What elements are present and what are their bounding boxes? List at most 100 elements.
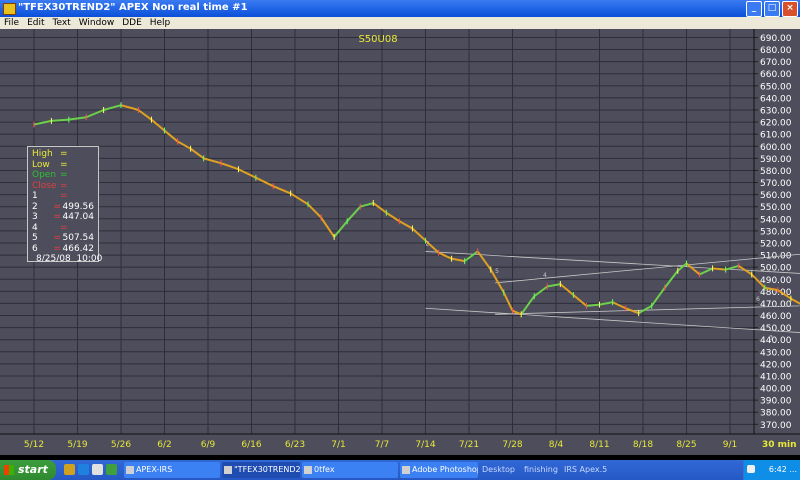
maximize-button[interactable]: □ [764, 1, 780, 17]
x-tick-label: 6/9 [201, 440, 216, 450]
wave-label: 2 [426, 240, 430, 247]
menu-window[interactable]: Window [75, 17, 119, 29]
price-segment [451, 257, 465, 263]
info-eq: = [60, 170, 68, 180]
x-tick-label: 6/16 [241, 440, 261, 450]
y-tick-label: 620.00 [760, 119, 792, 129]
price-segment [372, 202, 387, 214]
y-tick-label: 380.00 [760, 409, 792, 419]
info-eq: = [60, 180, 68, 191]
y-tick-label: 490.00 [760, 276, 792, 286]
y-tick-label: 550.00 [760, 203, 792, 213]
info-row-high: High = [32, 149, 94, 160]
menu-help[interactable]: Help [146, 17, 175, 29]
x-tick-label: 8/25 [676, 440, 696, 450]
y-tick-label: 430.00 [760, 348, 792, 358]
price-segment [320, 217, 335, 238]
price-segment [411, 227, 427, 242]
info-label: Open [32, 170, 57, 180]
price-segment [572, 294, 588, 307]
toolbar-finishing[interactable]: finishing [524, 460, 558, 480]
info-label: 4 [32, 222, 38, 233]
toolbar-irs-apex[interactable]: IRS Apex.5 [564, 460, 607, 480]
trend-line [425, 307, 800, 333]
price-segment [333, 220, 348, 238]
info-row-close: Close = [32, 181, 94, 192]
task-apex-irs[interactable]: APEX-IRS [124, 462, 220, 478]
price-chart[interactable]: 690.00 680.00 670.00 660.00 650.00 640.00 630.… [0, 29, 800, 455]
info-row-2: 2 = 499.56 [32, 202, 94, 213]
toolbar-desktop[interactable]: Desktop [482, 460, 515, 480]
x-tick-label: 7/14 [415, 440, 435, 450]
price-segment [725, 264, 739, 271]
folder-icon[interactable] [64, 464, 75, 475]
info-datetime: 8/25/08 10:00 [32, 254, 102, 265]
price-segment [685, 262, 701, 276]
y-tick-label: 370.00 [760, 421, 792, 431]
task-label: Adobe Photoshop [412, 465, 478, 474]
price-segment [103, 104, 122, 111]
y-tick-label: 630.00 [760, 107, 792, 117]
start-button[interactable]: start [0, 460, 56, 480]
y-tick-label: 690.00 [760, 34, 792, 44]
info-row-6: 6 = 466.42 [32, 244, 94, 255]
tray-icon[interactable] [747, 465, 755, 473]
task-photoshop[interactable]: Adobe Photoshop [400, 462, 478, 478]
wave-label: 3 [769, 335, 773, 342]
y-tick-label: 530.00 [760, 227, 792, 237]
y-tick-label: 610.00 [760, 131, 792, 141]
task-tfex30trend2[interactable]: "TFEX30TREND2" ... [222, 462, 300, 478]
desktop-icon[interactable] [92, 464, 103, 475]
info-eq: = [60, 222, 68, 233]
menu-dde[interactable]: DDE [118, 17, 146, 29]
x-tick-label: 6/2 [157, 440, 171, 450]
menu-text[interactable]: Text [49, 17, 75, 29]
y-tick-label: 650.00 [760, 82, 792, 92]
x-tick-label: 5/26 [111, 440, 131, 450]
app-icon[interactable] [3, 3, 16, 15]
x-tick-label: 5/19 [67, 440, 87, 450]
info-row-1: 1 = [32, 191, 94, 202]
info-label: 6 [32, 243, 38, 254]
info-value: 447.04 [62, 212, 95, 222]
close-button[interactable]: × [782, 1, 798, 17]
minimize-button[interactable]: _ [746, 1, 762, 17]
price-segment [586, 303, 600, 307]
y-tick-label: 660.00 [760, 70, 792, 80]
price-segment [520, 295, 536, 315]
chart-area[interactable]: 690.00 680.00 670.00 660.00 650.00 640.00 630.… [0, 29, 800, 455]
interval-label: 30 min [762, 440, 797, 450]
info-panel: High = Low = Open = Close = 1 = 2 = 499.56 3 = 44… [27, 146, 102, 265]
info-eq: = [60, 159, 68, 170]
price-segment [599, 301, 613, 306]
price-segment [150, 118, 166, 132]
window-titlebar[interactable]: "TFEX30TREND2" APEX Non real time #1 _ □… [0, 0, 800, 17]
app-shortcut-icon[interactable] [106, 464, 117, 475]
price-segment [502, 292, 514, 312]
info-row-open: Open = [32, 170, 94, 181]
price-segment [638, 304, 653, 314]
menu-file[interactable]: File [0, 17, 23, 29]
info-label: 5 [32, 233, 38, 243]
task-label: 0tfex [314, 465, 335, 474]
y-tick-label: 460.00 [760, 312, 792, 322]
menu-edit[interactable]: Edit [23, 17, 48, 29]
price-segment [385, 211, 400, 223]
price-segment [85, 109, 104, 119]
y-tick-label: 520.00 [760, 239, 792, 249]
browser-icon[interactable] [78, 464, 89, 475]
info-eq: = [60, 149, 68, 159]
clock[interactable]: 6:42 ... [769, 460, 797, 480]
info-row-3: 3 = 447.04 [32, 212, 94, 223]
price-segment [438, 251, 453, 260]
y-tick-label: 540.00 [760, 215, 792, 225]
info-label: Close [32, 180, 57, 191]
task-0tfex[interactable]: 0tfex [302, 462, 398, 478]
wave-label: 6 [756, 296, 760, 303]
windows-flag-icon [4, 465, 14, 475]
y-tick-label: 590.00 [760, 155, 792, 165]
start-label: start [18, 463, 48, 476]
price-segment [163, 129, 179, 143]
info-value: 466.42 [62, 243, 95, 254]
price-segment [547, 283, 561, 288]
